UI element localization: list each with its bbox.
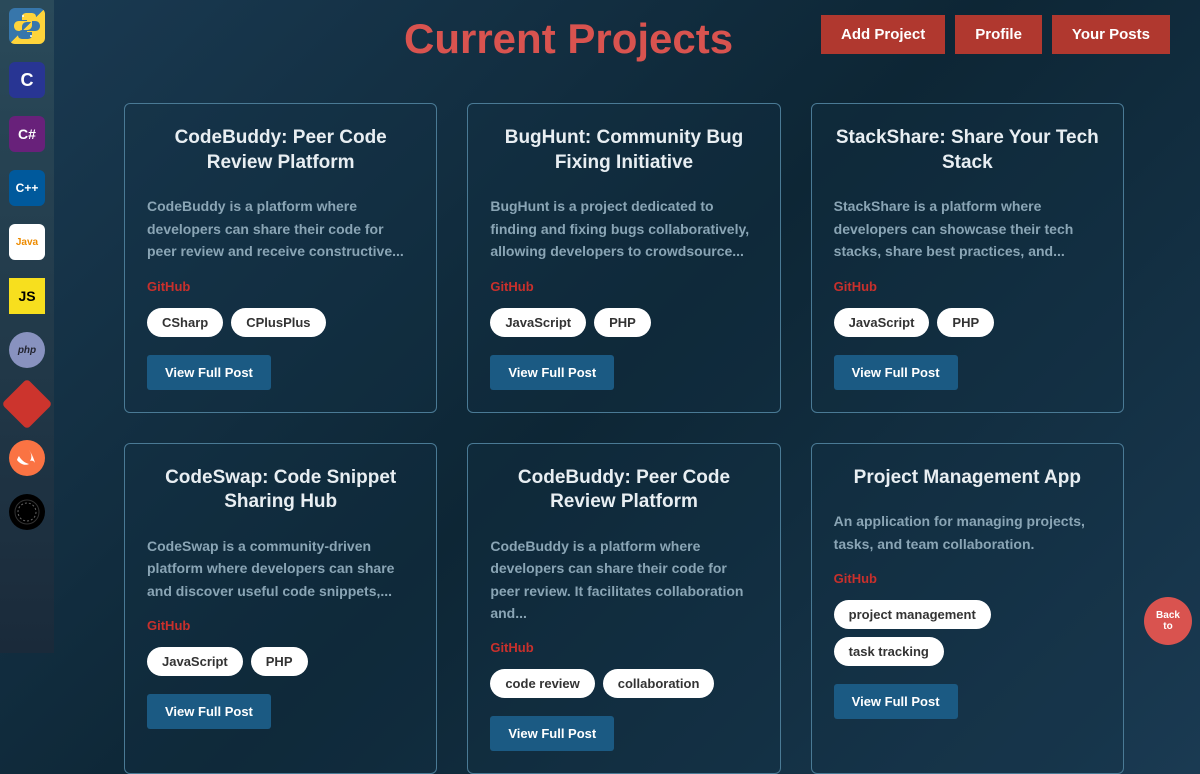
- github-link[interactable]: GitHub: [490, 279, 757, 294]
- view-full-post-button[interactable]: View Full Post: [834, 684, 958, 719]
- project-grid: CodeBuddy: Peer Code Review Platform Cod…: [124, 103, 1124, 774]
- tag-container: JavaScript PHP: [490, 308, 757, 337]
- tag-pill[interactable]: JavaScript: [147, 647, 243, 676]
- header: Current Projects Add Project Profile You…: [124, 15, 1170, 63]
- tag-pill[interactable]: PHP: [594, 308, 651, 337]
- tag-container: JavaScript PHP: [147, 647, 414, 676]
- github-link[interactable]: GitHub: [147, 279, 414, 294]
- tag-pill[interactable]: task tracking: [834, 637, 944, 666]
- card-description: CodeBuddy is a platform where developers…: [147, 195, 414, 262]
- add-project-button[interactable]: Add Project: [821, 15, 945, 54]
- java-icon[interactable]: Java: [9, 224, 45, 260]
- tag-pill[interactable]: code review: [490, 669, 594, 698]
- tag-container: CSharp CPlusPlus: [147, 308, 414, 337]
- ruby-icon[interactable]: [2, 379, 53, 430]
- fab-label-2: to: [1163, 621, 1172, 632]
- tag-pill[interactable]: collaboration: [603, 669, 715, 698]
- tag-container: code review collaboration: [490, 669, 757, 698]
- view-full-post-button[interactable]: View Full Post: [490, 355, 614, 390]
- card-description: CodeSwap is a community-driven platform …: [147, 535, 414, 602]
- php-icon[interactable]: php: [9, 332, 45, 368]
- rust-icon[interactable]: [9, 494, 45, 530]
- project-card: Project Management App An application fo…: [811, 443, 1124, 774]
- card-description: An application for managing projects, ta…: [834, 510, 1101, 555]
- tag-pill[interactable]: JavaScript: [490, 308, 586, 337]
- tag-pill[interactable]: PHP: [251, 647, 308, 676]
- tag-pill[interactable]: CSharp: [147, 308, 223, 337]
- tag-pill[interactable]: project management: [834, 600, 991, 629]
- project-card: CodeSwap: Code Snippet Sharing Hub CodeS…: [124, 443, 437, 774]
- card-title: CodeSwap: Code Snippet Sharing Hub: [147, 466, 414, 515]
- card-description: StackShare is a platform where developer…: [834, 195, 1101, 262]
- tag-pill[interactable]: PHP: [937, 308, 994, 337]
- swift-icon[interactable]: [9, 440, 45, 476]
- tag-container: JavaScriptPHP: [834, 308, 1101, 337]
- view-full-post-button[interactable]: View Full Post: [147, 355, 271, 390]
- github-link[interactable]: GitHub: [834, 279, 1101, 294]
- view-full-post-button[interactable]: View Full Post: [147, 694, 271, 729]
- cpp-icon[interactable]: C++: [9, 170, 45, 206]
- card-title: CodeBuddy: Peer Code Review Platform: [490, 466, 757, 515]
- fab-label-1: Back: [1156, 610, 1180, 621]
- tag-container: project management task tracking: [834, 600, 1101, 666]
- your-posts-button[interactable]: Your Posts: [1052, 15, 1170, 54]
- tag-pill[interactable]: CPlusPlus: [231, 308, 325, 337]
- card-description: CodeBuddy is a platform where developers…: [490, 535, 757, 625]
- project-card: BugHunt: Community Bug Fixing Initiative…: [467, 103, 780, 413]
- card-title: StackShare: Share Your Tech Stack: [834, 126, 1101, 175]
- card-description: BugHunt is a project dedicated to findin…: [490, 195, 757, 262]
- github-link[interactable]: GitHub: [834, 571, 1101, 586]
- javascript-icon[interactable]: JS: [9, 278, 45, 314]
- nav-buttons: Add Project Profile Your Posts: [821, 15, 1170, 54]
- card-title: BugHunt: Community Bug Fixing Initiative: [490, 126, 757, 175]
- github-link[interactable]: GitHub: [147, 618, 414, 633]
- back-to-top-button[interactable]: Back to: [1144, 597, 1192, 645]
- github-link[interactable]: GitHub: [490, 640, 757, 655]
- main-content: Current Projects Add Project Profile You…: [54, 0, 1200, 774]
- c-icon[interactable]: C: [9, 62, 45, 98]
- tag-pill[interactable]: JavaScript: [834, 308, 930, 337]
- profile-button[interactable]: Profile: [955, 15, 1042, 54]
- card-title: CodeBuddy: Peer Code Review Platform: [147, 126, 414, 175]
- python-icon[interactable]: [9, 8, 45, 44]
- language-sidebar: C C# C++ Java JS php: [0, 0, 54, 653]
- card-title: Project Management App: [834, 466, 1101, 491]
- view-full-post-button[interactable]: View Full Post: [834, 355, 958, 390]
- view-full-post-button[interactable]: View Full Post: [490, 716, 614, 751]
- project-card: StackShare: Share Your Tech Stack StackS…: [811, 103, 1124, 413]
- project-card: CodeBuddy: Peer Code Review Platform Cod…: [124, 103, 437, 413]
- page-title: Current Projects: [404, 15, 733, 63]
- csharp-icon[interactable]: C#: [9, 116, 45, 152]
- project-card: CodeBuddy: Peer Code Review Platform Cod…: [467, 443, 780, 774]
